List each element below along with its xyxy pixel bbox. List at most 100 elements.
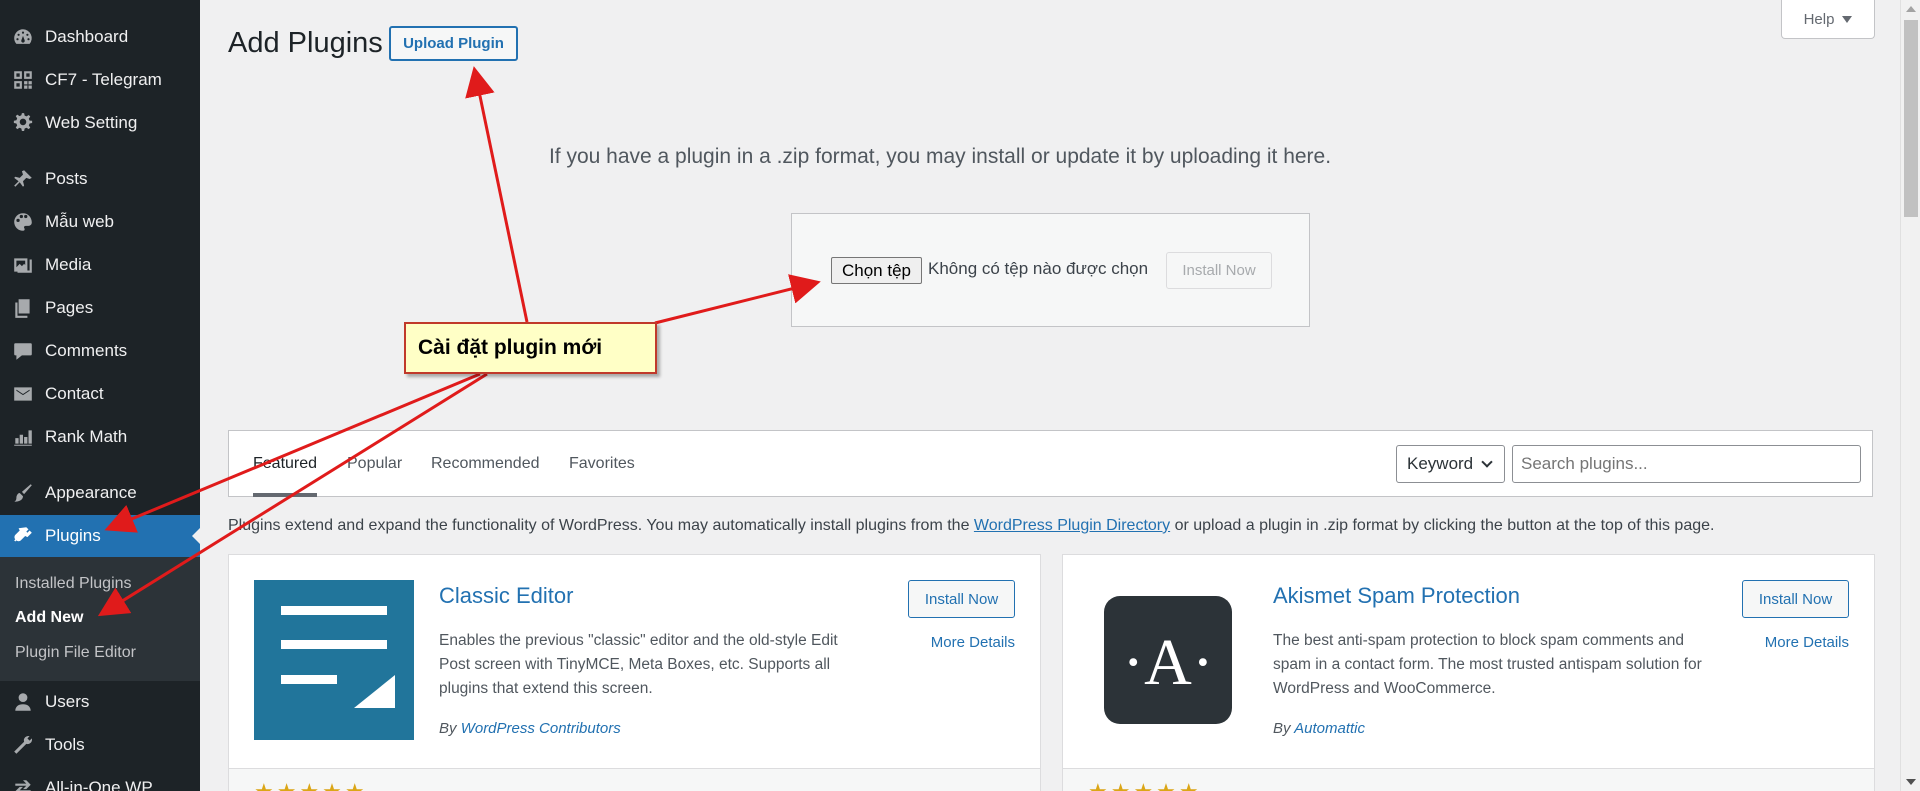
sidebar-item-label: Appearance [45, 483, 137, 502]
upload-description: If you have a plugin in a .zip format, y… [548, 145, 1332, 168]
sidebar-item-label: Dashboard [45, 27, 129, 46]
migration-icon [11, 776, 35, 791]
plugin-filter-bar: Featured Popular Recommended Favorites K… [228, 430, 1873, 497]
sidebar-item-web-setting[interactable]: Web Setting [0, 105, 200, 141]
author-prefix: By [439, 720, 457, 737]
akismet-letter: ·A· [1122, 626, 1214, 699]
classic-editor-icon [254, 580, 414, 740]
sidebar-item-label: Web Setting [45, 113, 138, 132]
sidebar-item-label: Plugins [45, 526, 101, 545]
sidebar-item-posts[interactable]: Posts [0, 161, 200, 197]
sidebar-item-pages[interactable]: Pages [0, 290, 200, 326]
intro-text-end: or upload a plugin in .zip format by cli… [1170, 517, 1715, 534]
sidebar-item-label: Mẫu web [45, 212, 114, 231]
plugin-author: By Automattic [1273, 720, 1365, 737]
sidebar-item-comments[interactable]: Comments [0, 333, 200, 369]
plugin-title[interactable]: Akismet Spam Protection [1273, 583, 1520, 609]
sidebar-item-users[interactable]: Users [0, 684, 200, 720]
intro-text-start: Plugins extend and expand the functional… [228, 517, 974, 534]
upload-plugin-button[interactable]: Upload Plugin [389, 26, 518, 61]
choose-file-button[interactable]: Chọn tệp [831, 257, 922, 284]
admin-sidebar: Dashboard CF7 - Telegram Web Setting Pos… [0, 0, 200, 791]
scroll-up-arrow-icon[interactable] [1906, 6, 1916, 12]
submenu-plugin-file-editor[interactable]: Plugin File Editor [15, 644, 136, 662]
palette-icon [11, 210, 35, 234]
sidebar-item-label: Rank Math [45, 427, 128, 446]
more-details-link[interactable]: More Details [931, 634, 1015, 651]
plugin-card-footer: ★★★★★ [1063, 768, 1874, 791]
vertical-scrollbar[interactable] [1900, 0, 1920, 791]
envelope-icon [11, 382, 35, 406]
sidebar-item-cf7-telegram[interactable]: CF7 - Telegram [0, 62, 200, 98]
plugin-card-classic-editor: Classic Editor Enables the previous "cla… [228, 554, 1041, 791]
submenu-installed-plugins[interactable]: Installed Plugins [15, 575, 132, 593]
install-now-button[interactable]: Install Now [1166, 252, 1272, 289]
qr-grid-icon [11, 68, 35, 92]
search-plugins-input[interactable] [1512, 445, 1861, 483]
tab-featured[interactable]: Featured [253, 455, 317, 473]
author-link[interactable]: WordPress Contributors [461, 720, 621, 737]
sidebar-item-label: Tools [45, 735, 85, 754]
dashboard-icon [11, 25, 35, 49]
star-rating: ★★★★★ [254, 779, 368, 791]
brush-icon [11, 481, 35, 505]
sidebar-item-label: Contact [45, 384, 104, 403]
plugin-card-footer: ★★★★★ [229, 768, 1040, 791]
plugin-description: Enables the previous "classic" editor an… [439, 632, 838, 697]
sidebar-item-dashboard[interactable]: Dashboard [0, 19, 200, 55]
search-type-value: Keyword [1407, 454, 1474, 473]
sidebar-item-all-in-one-wp[interactable]: All-in-One WP [0, 770, 200, 791]
plugin-description: The best anti-spam protection to block s… [1273, 632, 1702, 697]
sidebar-item-label: All-in-One WP [45, 778, 153, 791]
plugin-title[interactable]: Classic Editor [439, 583, 573, 609]
plugins-submenu: Installed Plugins Add New Plugin File Ed… [0, 557, 200, 681]
star-rating: ★★★★★ [1088, 779, 1202, 791]
search-type-select[interactable]: Keyword [1396, 445, 1505, 483]
help-button[interactable]: Help [1781, 0, 1875, 39]
pushpin-icon [11, 167, 35, 191]
sidebar-item-media[interactable]: Media [0, 247, 200, 283]
submenu-add-new[interactable]: Add New [15, 609, 83, 627]
plugin-author: By WordPress Contributors [439, 720, 621, 737]
help-label: Help [1803, 10, 1835, 28]
sidebar-item-tools[interactable]: Tools [0, 727, 200, 763]
more-details-link[interactable]: More Details [1765, 634, 1849, 651]
sidebar-item-plugins[interactable]: Plugins [0, 515, 200, 557]
sidebar-item-contact[interactable]: Contact [0, 376, 200, 412]
author-prefix: By [1273, 720, 1291, 737]
sidebar-item-label: Posts [45, 169, 88, 188]
main-content: Add Plugins Upload Plugin Help If you ha… [200, 0, 1900, 791]
wrench-icon [11, 733, 35, 757]
media-icon [11, 253, 35, 277]
sidebar-item-label: Media [45, 255, 92, 274]
sidebar-item-mau-web[interactable]: Mẫu web [0, 204, 200, 240]
active-tab-indicator [253, 493, 317, 497]
author-link[interactable]: Automattic [1294, 720, 1365, 737]
annotation-callout: Cài đặt plugin mới [404, 322, 657, 374]
plugin-directory-link[interactable]: WordPress Plugin Directory [974, 517, 1170, 534]
sidebar-item-appearance[interactable]: Appearance [0, 475, 200, 511]
sidebar-item-rank-math[interactable]: Rank Math [0, 419, 200, 455]
comment-icon [11, 339, 35, 363]
sidebar-item-label: Pages [45, 298, 94, 317]
scroll-thumb[interactable] [1904, 20, 1918, 217]
tab-favorites[interactable]: Favorites [569, 455, 635, 473]
tab-popular[interactable]: Popular [347, 455, 402, 473]
chevron-down-icon [1481, 456, 1493, 468]
tab-recommended[interactable]: Recommended [431, 455, 540, 473]
upload-form: Chọn tệp Không có tệp nào được chọn Inst… [791, 213, 1310, 327]
page-title: Add Plugins [228, 27, 383, 59]
plugin-icon [11, 524, 35, 548]
plugin-card-akismet: ·A· Akismet Spam Protection The best ant… [1062, 554, 1875, 791]
sidebar-item-label: CF7 - Telegram [45, 70, 162, 89]
no-file-chosen-text: Không có tệp nào được chọn [928, 259, 1149, 278]
caret-down-icon [1842, 15, 1853, 23]
pages-icon [11, 296, 35, 320]
install-now-button[interactable]: Install Now [1742, 580, 1849, 618]
install-now-button[interactable]: Install Now [908, 580, 1015, 618]
plugins-intro-text: Plugins extend and expand the functional… [228, 517, 1714, 535]
akismet-icon: ·A· [1104, 596, 1232, 724]
scroll-down-arrow-icon[interactable] [1906, 779, 1916, 785]
sidebar-item-label: Comments [45, 341, 128, 360]
gear-icon [11, 111, 35, 135]
